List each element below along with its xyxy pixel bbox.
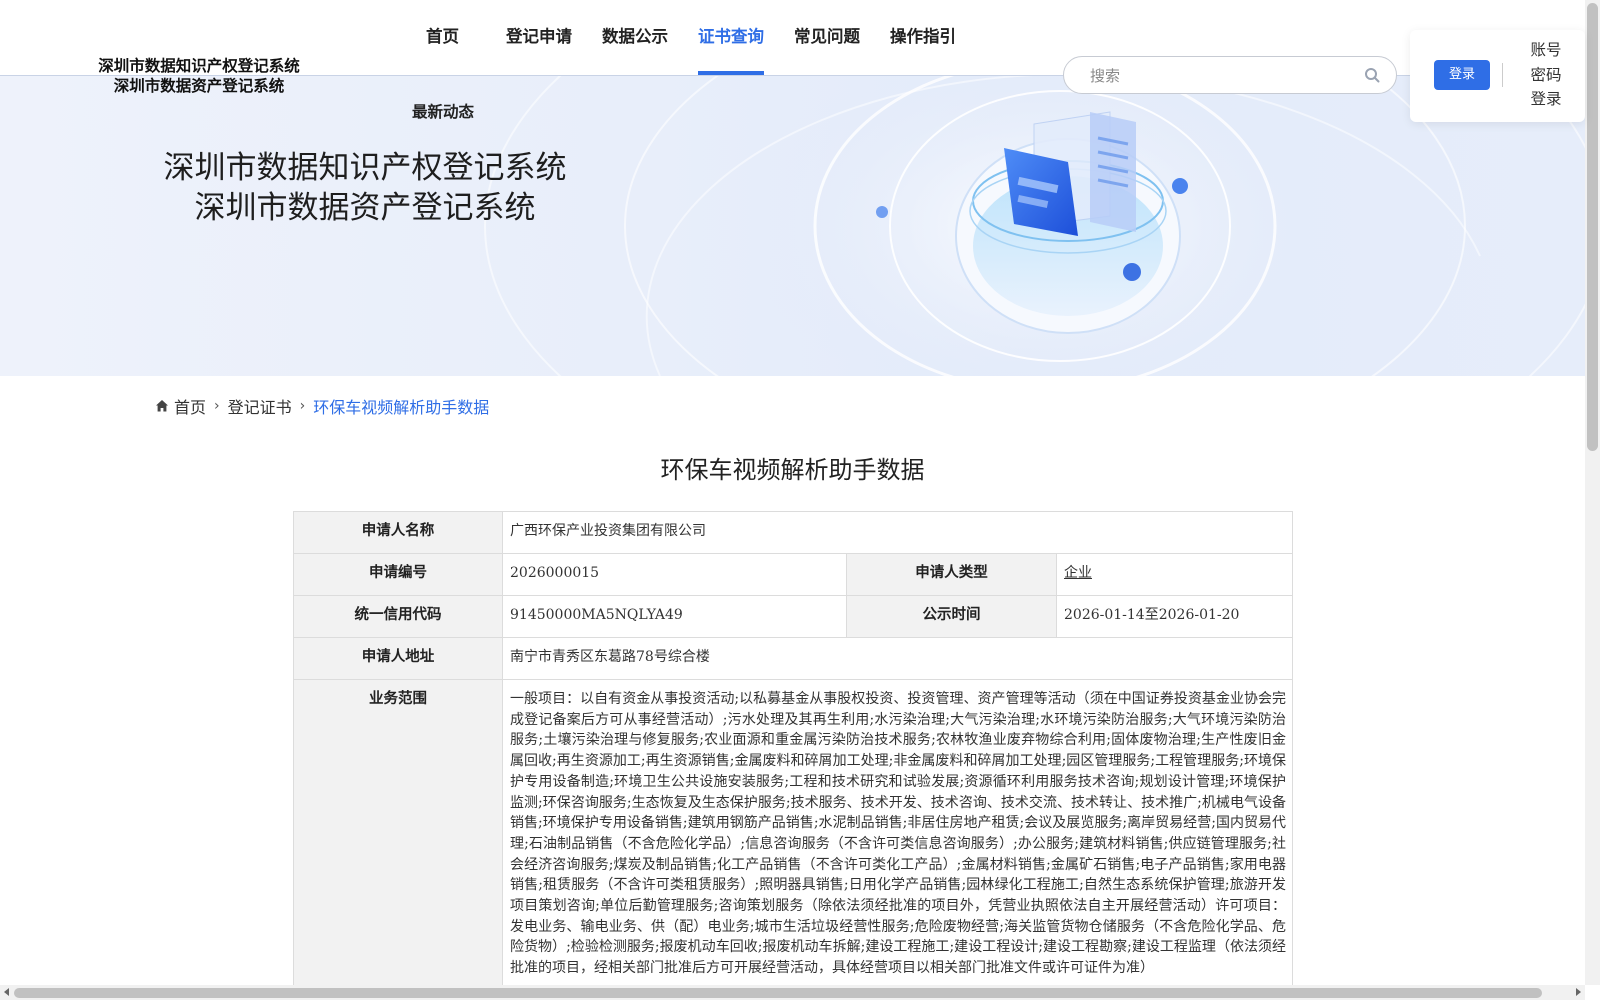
- publicity-period-value: 2026-01-14至2026-01-20: [1055, 595, 1294, 638]
- vertical-scrollbar[interactable]: [1585, 0, 1600, 985]
- login-button[interactable]: 登录: [1434, 60, 1490, 90]
- business-scope-label: 业务范围: [293, 679, 503, 990]
- site-logo[interactable]: 深圳市数据知识产权登记系统 深圳市数据资产登记系统: [94, 56, 304, 96]
- table-row: 统一信用代码 91450000MA5NQLYA49 公示时间 2026-01-1…: [293, 595, 1294, 638]
- table-row: 业务范围 一般项目：以自有资金从事投资活动;以私募基金从事股权投资、投资管理、资…: [293, 679, 1294, 990]
- nav-home[interactable]: 首页: [426, 0, 475, 75]
- main-nav: 首页 登记申请 数据公示 证书查询 常见问题 操作指引: [410, 0, 956, 75]
- breadcrumb-current: 环保车视频解析助手数据: [313, 398, 490, 417]
- applicant-type-value: 企业: [1064, 565, 1092, 581]
- nav-registration-apply[interactable]: 登记申请: [506, 0, 572, 75]
- page-title: 环保车视频解析助手数据: [660, 456, 925, 484]
- nav-guide[interactable]: 操作指引: [890, 0, 956, 75]
- logo-line-1: 深圳市数据知识产权登记系统: [98, 56, 300, 75]
- certificate-details-table: 申请人名称 广西环保产业投资集团有限公司 申请编号 2026000015 申请人…: [293, 511, 1294, 990]
- applicant-name-value: 广西环保产业投资集团有限公司: [501, 511, 1294, 554]
- home-icon: [156, 400, 168, 412]
- credit-code-value: 91450000MA5NQLYA49: [502, 595, 847, 638]
- applicant-address-label: 申请人地址: [293, 637, 503, 680]
- applicant-type-label: 申请人类型: [846, 553, 1057, 596]
- account-login-line-3: 登录: [1530, 90, 1562, 108]
- breadcrumb-chevron-icon: ›: [214, 398, 220, 414]
- applicant-address-value: 南宁市青秀区东葛路78号综合楼: [501, 637, 1294, 680]
- business-scope-value: 一般项目：以自有资金从事投资活动;以私募基金从事股权投资、投资管理、资产管理等活…: [501, 679, 1294, 990]
- nav-faq[interactable]: 常见问题: [794, 0, 860, 75]
- application-number-value: 2026000015: [502, 553, 847, 596]
- account-login-line-2: 密码: [1530, 65, 1562, 84]
- table-row: 申请人名称 广西环保产业投资集团有限公司: [293, 511, 1294, 554]
- nav-latest-news[interactable]: 最新动态: [412, 100, 474, 122]
- credit-code-label: 统一信用代码: [293, 595, 503, 638]
- login-divider: [1502, 63, 1503, 87]
- nav-certificate-query[interactable]: 证书查询: [698, 0, 764, 75]
- scroll-right-arrow-icon[interactable]: [1576, 988, 1581, 996]
- scroll-left-arrow-icon[interactable]: [4, 988, 9, 996]
- vertical-scrollbar-thumb[interactable]: [1587, 3, 1598, 451]
- breadcrumb-chevron-icon: ›: [299, 398, 306, 414]
- search-box[interactable]: [1063, 56, 1397, 95]
- breadcrumb: 首页 › 登记证书 › 环保车视频解析助手数据: [155, 394, 489, 418]
- horizontal-scrollbar-thumb[interactable]: [14, 988, 1542, 998]
- banner-title-line-1: 深圳市数据知识产权登记系统: [163, 150, 567, 186]
- publicity-period-label: 公示时间: [846, 595, 1057, 638]
- applicant-name-label: 申请人名称: [293, 511, 503, 554]
- banner-title: 深圳市数据知识产权登记系统 深圳市数据资产登记系统: [140, 148, 590, 228]
- hero-banner: 深圳市数据知识产权登记系统 深圳市数据资产登记系统: [0, 76, 1585, 376]
- banner-title-line-2: 深圳市数据资产登记系统: [194, 190, 536, 226]
- application-number-label: 申请编号: [293, 553, 503, 596]
- nav-data-publicity[interactable]: 数据公示: [602, 0, 668, 75]
- account-login-line-1: 账号: [1530, 41, 1562, 59]
- login-panel: 登录 账号 密码 登录: [1410, 30, 1585, 122]
- horizontal-scrollbar[interactable]: [0, 985, 1585, 1000]
- breadcrumb-home[interactable]: 首页: [174, 394, 206, 418]
- account-password-login-link[interactable]: 账号 密码 登录: [1526, 38, 1566, 112]
- search-input[interactable]: [1088, 57, 1352, 95]
- breadcrumb-certificates[interactable]: 登记证书: [228, 394, 292, 418]
- logo-line-2: 深圳市数据资产登记系统: [113, 76, 285, 95]
- search-icon[interactable]: [1364, 67, 1380, 83]
- table-row: 申请编号 2026000015 申请人类型 企业: [293, 553, 1294, 596]
- table-row: 申请人地址 南宁市青秀区东葛路78号综合楼: [293, 637, 1294, 680]
